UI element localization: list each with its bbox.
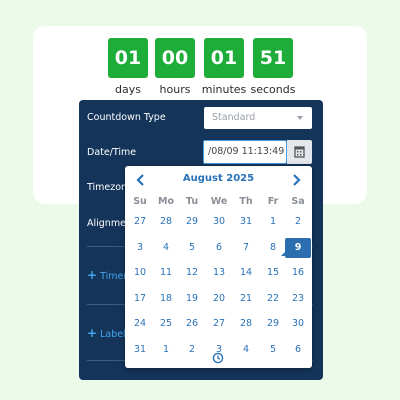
calendar-day[interactable]: 28 bbox=[233, 314, 259, 334]
days-value: 01 bbox=[108, 38, 148, 78]
calendar-day[interactable]: 6 bbox=[206, 238, 232, 258]
datepicker-popup: August 2025 Su Mo Tu We Th Fr Sa 27 28 29 30 31 1 2 3… bbox=[125, 166, 312, 368]
calendar-day[interactable]: 13 bbox=[206, 263, 232, 283]
plus-icon: + bbox=[87, 326, 98, 340]
timer-section-label: Timer bbox=[100, 271, 128, 282]
timer-section-toggle[interactable]: + Timer bbox=[87, 268, 127, 282]
calendar-day[interactable]: 2 bbox=[285, 212, 311, 232]
selected-day[interactable]: 9 bbox=[285, 237, 311, 258]
countdown-seconds: 51 seconds bbox=[251, 38, 295, 96]
calendar-day[interactable]: 25 bbox=[153, 314, 179, 334]
time-picker-button[interactable] bbox=[212, 349, 224, 364]
datetime-label: Date/Time bbox=[87, 147, 137, 158]
calendar-day[interactable]: 18 bbox=[153, 289, 179, 309]
countdown-type-select[interactable]: Standard bbox=[204, 107, 312, 129]
hours-value: 00 bbox=[155, 38, 195, 78]
calendar-day[interactable]: 8 bbox=[260, 238, 286, 258]
calendar-day[interactable]: 26 bbox=[179, 314, 205, 334]
calendar-day[interactable]: 5 bbox=[179, 238, 205, 258]
calendar-day[interactable]: 7 bbox=[233, 238, 259, 258]
weekday-label: Su bbox=[133, 196, 147, 207]
calendar-icon bbox=[294, 146, 305, 158]
chevron-right-icon bbox=[293, 174, 301, 186]
calendar-day[interactable]: 20 bbox=[206, 289, 232, 309]
countdown-type-label: Countdown Type bbox=[87, 112, 166, 123]
seconds-value: 51 bbox=[253, 38, 293, 78]
calendar-day[interactable]: 31 bbox=[127, 340, 153, 360]
datepicker-header: August 2025 bbox=[125, 172, 312, 188]
minutes-value: 01 bbox=[204, 38, 244, 78]
weekday-label: Sa bbox=[291, 196, 305, 207]
calendar-day[interactable]: 15 bbox=[260, 263, 286, 283]
countdown-hours: 00 hours bbox=[155, 38, 195, 96]
clock-icon bbox=[212, 352, 224, 364]
calendar-day[interactable]: 4 bbox=[153, 238, 179, 258]
calendar-day[interactable]: 22 bbox=[260, 289, 286, 309]
weekday-label: Th bbox=[239, 196, 253, 207]
calendar-day[interactable]: 31 bbox=[233, 212, 259, 232]
calendar-button[interactable] bbox=[287, 140, 312, 164]
calendar-day[interactable]: 30 bbox=[285, 314, 311, 334]
weekday-label: Fr bbox=[267, 196, 279, 207]
calendar-day[interactable]: 24 bbox=[127, 314, 153, 334]
datetime-input[interactable]: /08/09 11:13:49 bbox=[203, 140, 287, 164]
calendar-day[interactable]: 19 bbox=[179, 289, 205, 309]
weekday-label: Tu bbox=[185, 196, 199, 207]
calendar-day[interactable]: 30 bbox=[206, 212, 232, 232]
calendar-day[interactable]: 4 bbox=[233, 340, 259, 360]
calendar-day[interactable]: 3 bbox=[127, 238, 153, 258]
calendar-day[interactable]: 1 bbox=[153, 340, 179, 360]
calendar-day[interactable]: 11 bbox=[153, 263, 179, 283]
calendar-day[interactable]: 1 bbox=[260, 212, 286, 232]
calendar-day[interactable]: 27 bbox=[206, 314, 232, 334]
chevron-left-icon bbox=[136, 174, 144, 186]
next-month-button[interactable] bbox=[289, 172, 303, 188]
month-title: August 2025 bbox=[182, 173, 255, 184]
countdown-type-value: Standard bbox=[212, 112, 256, 123]
calendar-day[interactable]: 2 bbox=[179, 340, 205, 360]
calendar-day[interactable]: 28 bbox=[153, 212, 179, 232]
calendar-day[interactable]: 5 bbox=[260, 340, 286, 360]
calendar-day[interactable]: 29 bbox=[260, 314, 286, 334]
chevron-down-icon bbox=[297, 116, 303, 120]
calendar-day[interactable]: 16 bbox=[285, 263, 311, 283]
calendar-day[interactable]: 29 bbox=[179, 212, 205, 232]
weekday-label: Mo bbox=[158, 196, 174, 207]
seconds-label: seconds bbox=[250, 83, 296, 96]
weekday-label: We bbox=[210, 196, 228, 207]
calendar-day[interactable]: 6 bbox=[285, 340, 311, 360]
calendar-day[interactable]: 17 bbox=[127, 289, 153, 309]
countdown-minutes: 01 minutes bbox=[202, 38, 246, 96]
previous-month-button[interactable] bbox=[134, 172, 148, 188]
plus-icon: + bbox=[87, 268, 98, 282]
calendar-day[interactable]: 10 bbox=[127, 263, 153, 283]
calendar-day[interactable]: 21 bbox=[233, 289, 259, 309]
calendar-day[interactable]: 27 bbox=[127, 212, 153, 232]
calendar-day[interactable]: 23 bbox=[285, 289, 311, 309]
calendar-day[interactable]: 12 bbox=[179, 263, 205, 283]
calendar-day[interactable]: 14 bbox=[233, 263, 259, 283]
countdown-days: 01 days bbox=[108, 38, 148, 96]
